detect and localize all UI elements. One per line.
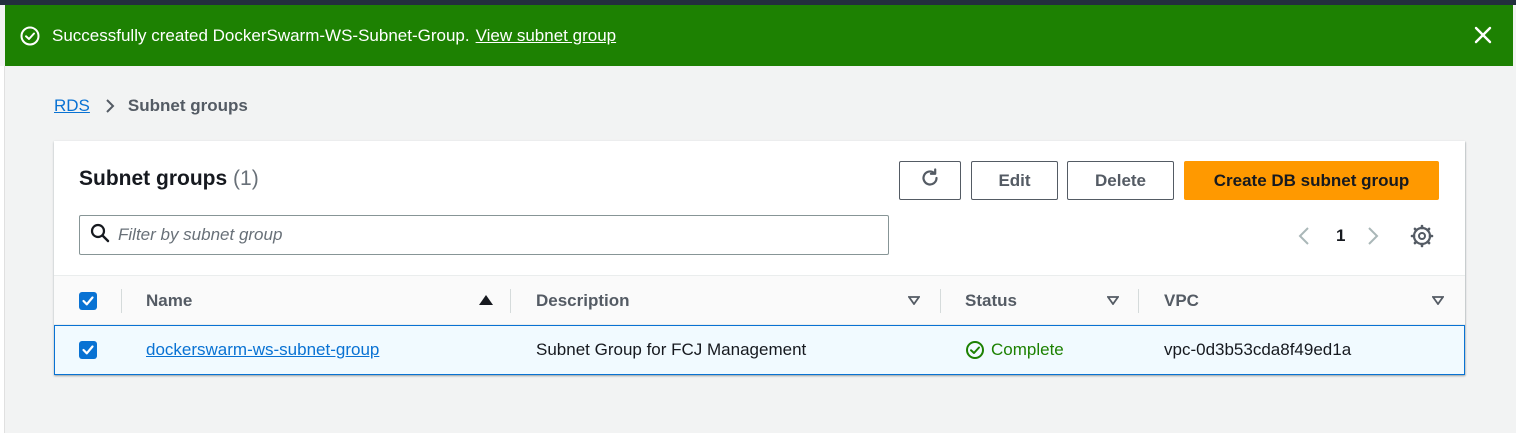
pagination: 1 <box>1294 221 1383 251</box>
refresh-icon <box>919 167 941 194</box>
page-number-button[interactable]: 1 <box>1336 226 1345 246</box>
cell-status: Complete <box>965 326 1064 374</box>
refresh-button[interactable] <box>899 161 961 200</box>
gear-icon[interactable] <box>1410 224 1434 248</box>
sort-icon[interactable] <box>908 296 920 305</box>
cell-vpc: vpc-0d3b53cda8f49ed1a <box>1164 340 1352 359</box>
column-status-label: Status <box>965 291 1017 310</box>
breadcrumb: RDS Subnet groups <box>54 95 248 117</box>
view-subnet-group-link[interactable]: View subnet group <box>476 26 617 46</box>
select-all-checkbox[interactable] <box>79 292 97 310</box>
column-header-description[interactable]: Description <box>536 276 926 326</box>
status-text: Complete <box>991 340 1064 359</box>
filter-box <box>79 215 889 255</box>
column-name-label: Name <box>146 291 193 310</box>
check-circle-icon <box>19 25 41 47</box>
panel-title-count: (1) <box>233 167 259 190</box>
panel-title-text: Subnet groups <box>79 167 228 190</box>
edit-button[interactable]: Edit <box>971 161 1058 200</box>
next-page-icon[interactable] <box>1363 222 1383 250</box>
create-db-subnet-group-button[interactable]: Create DB subnet group <box>1184 161 1439 200</box>
previous-page-icon[interactable] <box>1294 222 1314 250</box>
column-description-label: Description <box>536 291 630 310</box>
table-header: Name Description Status VPC <box>54 275 1465 325</box>
page-title: Subnet groups (1) <box>79 167 259 191</box>
sort-icon[interactable] <box>1107 296 1119 305</box>
delete-button[interactable]: Delete <box>1067 161 1174 200</box>
filter-input[interactable] <box>118 225 878 245</box>
column-header-status[interactable]: Status <box>965 276 1133 326</box>
column-vpc-label: VPC <box>1164 291 1199 310</box>
column-divider <box>121 289 122 313</box>
column-divider <box>940 289 941 313</box>
column-divider <box>1138 289 1139 313</box>
subnet-group-name-link[interactable]: dockerswarm-ws-subnet-group <box>146 340 379 360</box>
table-row[interactable]: dockerswarm-ws-subnet-group Subnet Group… <box>54 325 1465 375</box>
subnet-groups-panel: Subnet groups (1) Edit Delete Create DB … <box>54 141 1465 375</box>
breadcrumb-current: Subnet groups <box>127 96 248 115</box>
check-circle-icon <box>965 340 985 360</box>
cell-name: dockerswarm-ws-subnet-group <box>146 326 379 374</box>
side-navigation-edge <box>0 66 5 433</box>
search-icon <box>90 223 110 248</box>
cell-description: Subnet Group for FCJ Management <box>536 340 807 359</box>
success-flash-banner: Successfully created DockerSwarm-WS-Subn… <box>5 5 1513 66</box>
chevron-right-icon <box>104 98 116 114</box>
flash-message: Successfully created DockerSwarm-WS-Subn… <box>52 25 470 45</box>
sort-ascending-icon[interactable] <box>479 295 493 305</box>
breadcrumb-rds-link[interactable]: RDS <box>54 96 90 116</box>
column-header-name[interactable]: Name <box>146 276 496 326</box>
sort-icon[interactable] <box>1432 296 1444 305</box>
close-icon[interactable] <box>1471 23 1495 47</box>
row-select-checkbox[interactable] <box>79 341 97 359</box>
column-divider <box>510 289 511 313</box>
column-header-vpc[interactable]: VPC <box>1164 276 1450 326</box>
